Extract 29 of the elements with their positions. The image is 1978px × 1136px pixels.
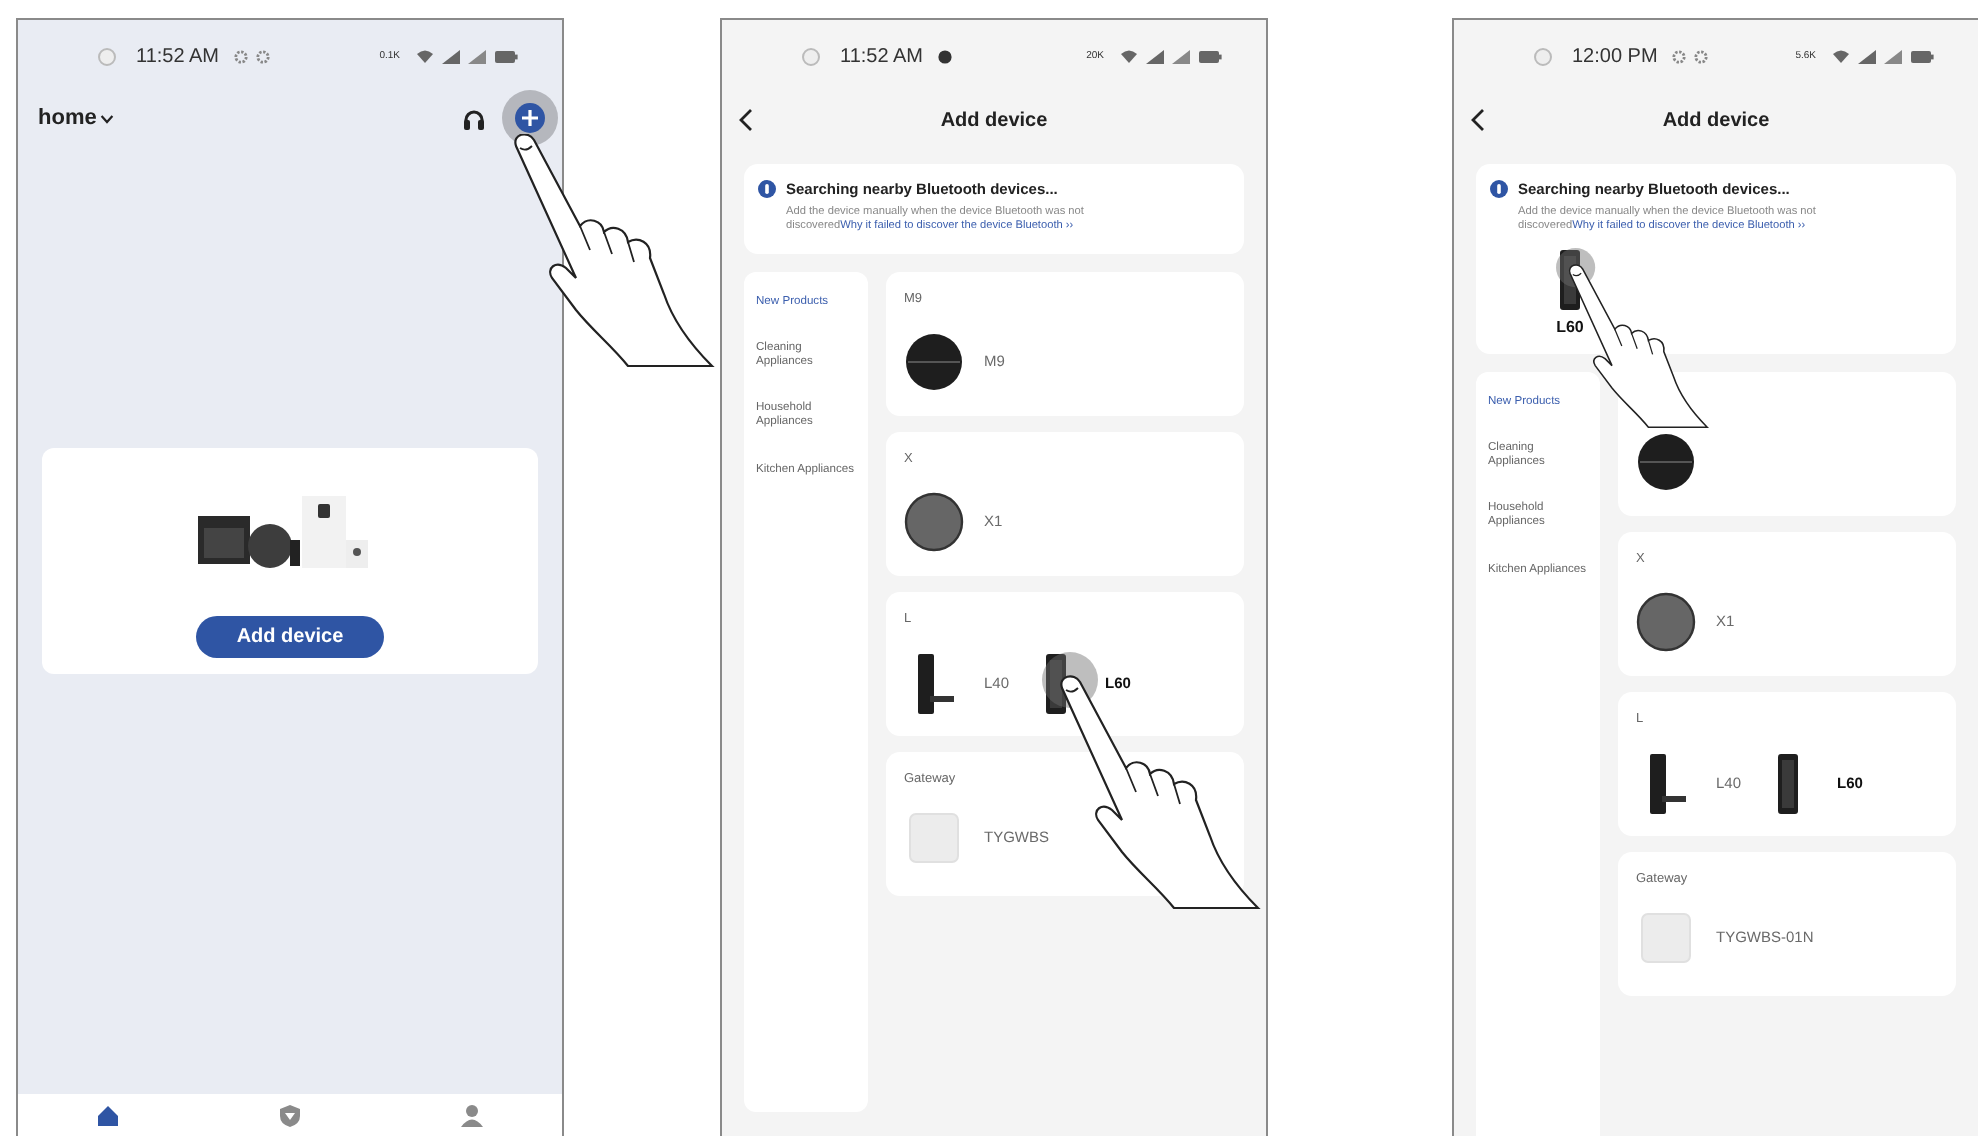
battery-icon [1198,49,1222,63]
screen-title: Add device [940,109,1048,131]
status-time: 11:52 AM [136,45,220,67]
add-button[interactable] [502,90,558,146]
battery-icon [494,49,518,63]
door-lock-icon [1041,651,1070,716]
found-device-name[interactable]: L60 [1556,317,1584,336]
wifi-icon [1120,48,1138,64]
bluetooth-search-icon [758,180,776,198]
scene-tab[interactable] [277,1104,302,1128]
wifi-icon [416,48,434,64]
chevron-down-icon [100,113,115,123]
alert-icon [937,49,952,63]
status-time: 11:52 AM [840,45,924,67]
status-time: 12:00 PM [1572,45,1658,67]
wifi-icon [1832,48,1850,64]
battery-icon [1910,49,1934,63]
back-button[interactable] [738,108,754,132]
ring-icon [1534,47,1552,65]
ring-icon [802,47,820,65]
add-device-button[interactable]: Add device [196,616,384,658]
ring-icon [98,47,116,65]
screen-title: Add device [1662,109,1770,131]
back-button[interactable] [1470,108,1486,132]
profile-tab[interactable] [459,1104,484,1128]
headset-icon[interactable] [462,107,486,129]
home-selector[interactable]: home [38,106,115,130]
home-tab[interactable] [96,1104,121,1128]
bluetooth-search-icon [1490,180,1508,198]
